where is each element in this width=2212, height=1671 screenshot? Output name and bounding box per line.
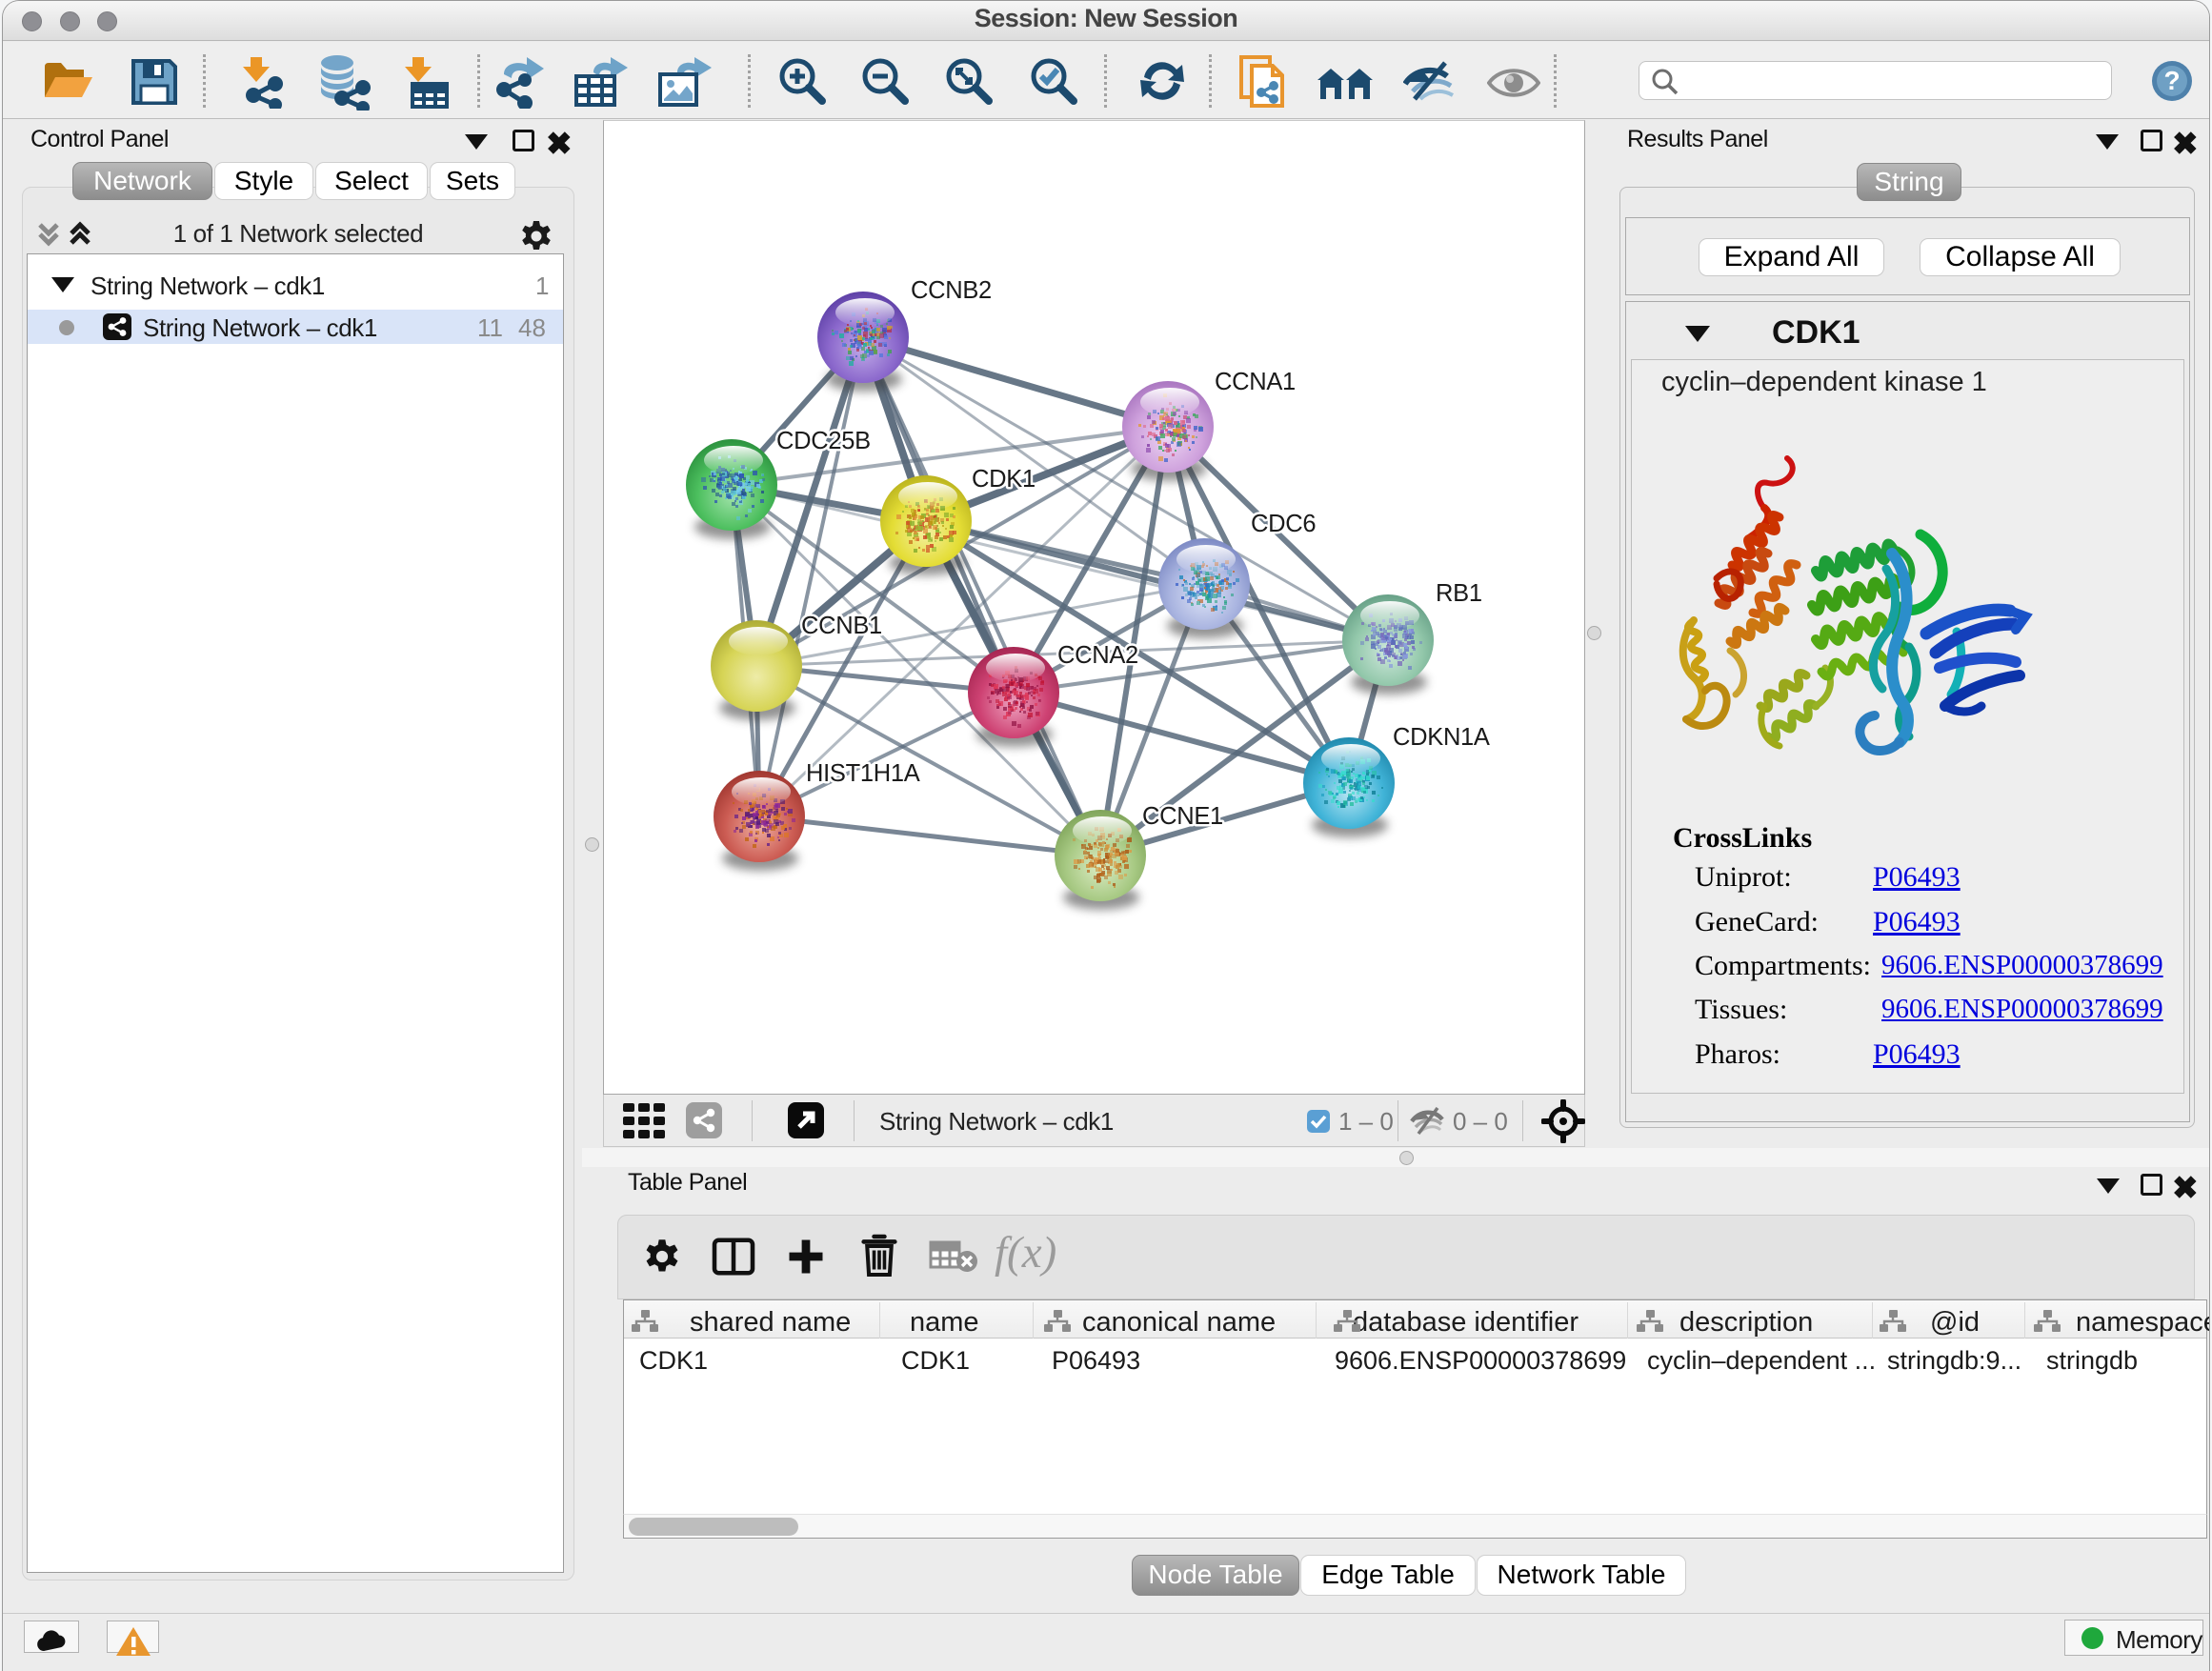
svg-text:CCNE1: CCNE1: [1142, 803, 1223, 830]
svg-text:CCNB2: CCNB2: [911, 277, 992, 304]
svg-text:CDK1: CDK1: [972, 466, 1036, 493]
svg-text:CCNA2: CCNA2: [1057, 642, 1138, 669]
svg-text:HIST1H1A: HIST1H1A: [806, 760, 920, 787]
svg-text:CDC25B: CDC25B: [776, 428, 871, 454]
svg-text:CCNA1: CCNA1: [1215, 369, 1296, 395]
svg-text:CCNB1: CCNB1: [801, 613, 882, 639]
svg-text:RB1: RB1: [1436, 580, 1482, 607]
svg-text:?: ?: [2163, 66, 2180, 95]
svg-text:CDKN1A: CDKN1A: [1393, 724, 1490, 751]
svg-text:CDC6: CDC6: [1251, 511, 1316, 537]
